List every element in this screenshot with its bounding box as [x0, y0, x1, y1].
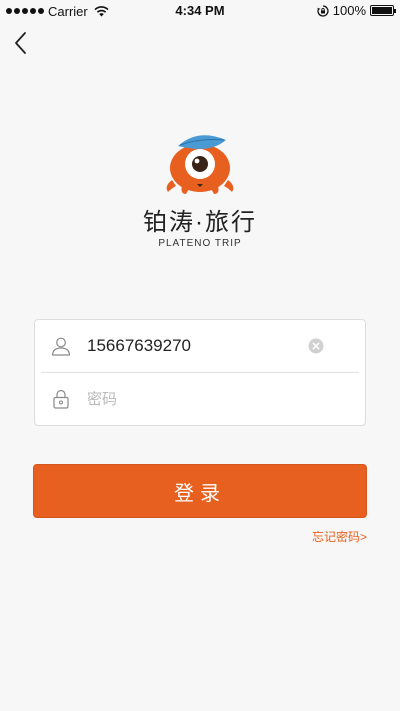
status-right: 100% — [317, 3, 396, 18]
phone-input[interactable] — [87, 331, 308, 361]
login-form — [34, 319, 366, 426]
status-bar: Carrier 4:34 PM 100% — [0, 0, 400, 22]
lock-icon — [53, 389, 69, 409]
rotation-lock-icon — [317, 4, 329, 17]
password-row — [35, 373, 365, 425]
password-input[interactable] — [87, 384, 365, 414]
back-button[interactable] — [10, 30, 34, 56]
login-button[interactable]: 登录 — [33, 464, 367, 518]
phone-row — [35, 320, 365, 372]
brand-logo: 铂涛·旅行 PLATENO TRIP — [0, 128, 400, 249]
user-icon — [51, 337, 71, 356]
forgot-password-link[interactable]: 忘记密码> — [312, 528, 367, 545]
battery-percent: 100% — [332, 3, 366, 18]
battery-icon — [370, 5, 396, 16]
mascot-logo-icon — [166, 135, 234, 194]
brand-subtitle: PLATENO TRIP — [158, 238, 242, 249]
clear-input-icon[interactable] — [308, 338, 324, 354]
brand-name: 铂涛·旅行 — [143, 209, 257, 236]
